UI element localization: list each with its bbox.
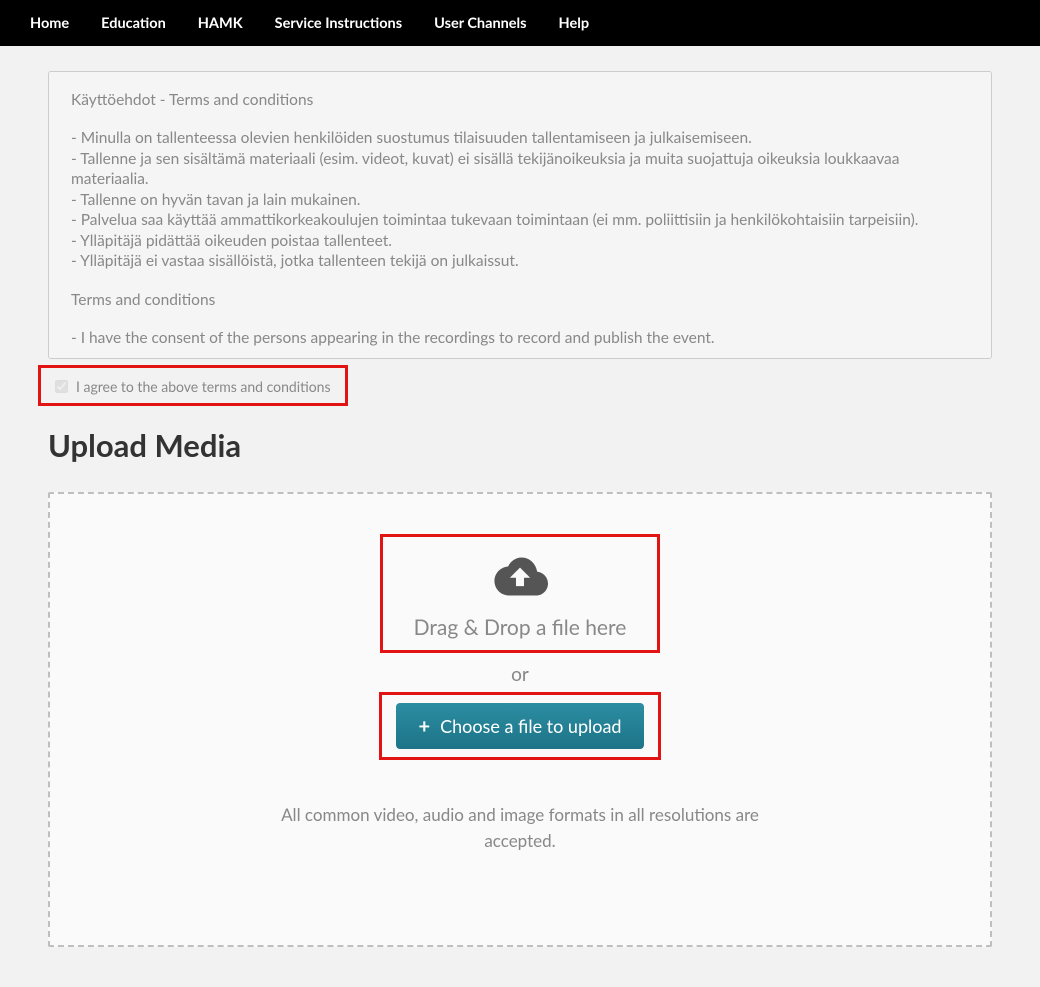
terms-en-heading: Terms and conditions: [71, 290, 969, 310]
top-nav: Home Education HAMK Service Instructions…: [0, 0, 1040, 46]
cloud-upload-icon: [492, 553, 548, 601]
or-label: or: [511, 663, 529, 686]
formats-note: All common video, audio and image format…: [270, 802, 770, 855]
choose-file-button[interactable]: + Choose a file to upload: [396, 703, 643, 749]
terms-fi-line: - Ylläpitäjä pidättää oikeuden poistaa t…: [71, 231, 969, 251]
choose-file-highlight: + Choose a file to upload: [379, 692, 660, 760]
drag-drop-label: Drag & Drop a file here: [414, 615, 627, 640]
nav-education[interactable]: Education: [101, 15, 166, 32]
plus-icon: +: [418, 716, 430, 736]
agree-highlight: I agree to the above terms and condition…: [38, 365, 348, 406]
terms-fi-line: - Palvelua saa käyttää ammattikorkeakoul…: [71, 210, 969, 230]
nav-home[interactable]: Home: [30, 15, 69, 32]
terms-textarea[interactable]: Käyttöehdot - Terms and conditions - Min…: [48, 71, 992, 359]
nav-service-instructions[interactable]: Service Instructions: [275, 15, 402, 32]
nav-user-channels[interactable]: User Channels: [434, 15, 526, 32]
choose-file-label: Choose a file to upload: [440, 715, 621, 737]
upload-heading: Upload Media: [48, 426, 992, 464]
drag-drop-highlight: Drag & Drop a file here: [380, 534, 660, 653]
agree-checkbox[interactable]: [55, 380, 68, 393]
terms-heading: Käyttöehdot - Terms and conditions: [71, 90, 969, 110]
terms-fi-block: - Minulla on tallenteessa olevien henkil…: [71, 128, 969, 271]
terms-fi-line: - Tallenne ja sen sisältämä materiaali (…: [71, 149, 969, 190]
upload-dropzone[interactable]: Drag & Drop a file here or + Choose a fi…: [48, 492, 992, 947]
nav-help[interactable]: Help: [559, 15, 590, 32]
terms-fi-line: - Minulla on tallenteessa olevien henkil…: [71, 128, 969, 148]
terms-fi-line: - Tallenne on hyvän tavan ja lain mukain…: [71, 190, 969, 210]
nav-hamk[interactable]: HAMK: [198, 15, 243, 32]
terms-fi-line: - Ylläpitäjä ei vastaa sisällöistä, jotk…: [71, 251, 969, 271]
terms-en-block: - I have the consent of the persons appe…: [71, 328, 969, 348]
terms-en-line: - I have the consent of the persons appe…: [71, 328, 969, 348]
agree-label: I agree to the above terms and condition…: [76, 378, 331, 395]
